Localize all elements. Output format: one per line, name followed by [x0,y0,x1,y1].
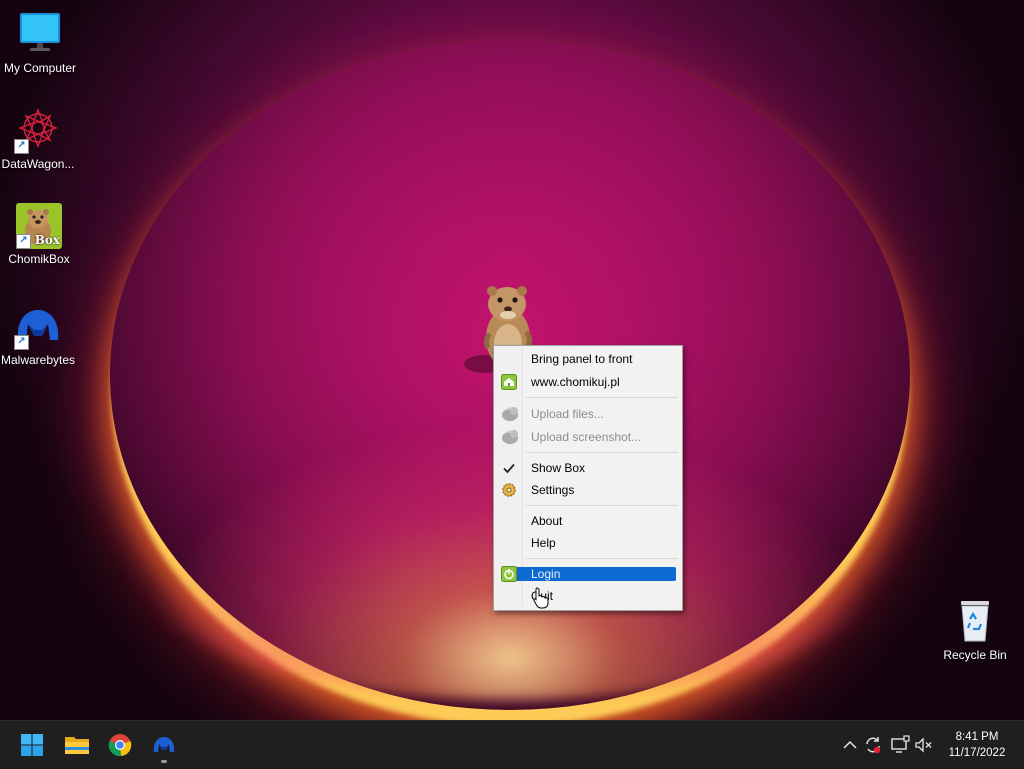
desktop-icon-label: DataWagon... [1,157,75,171]
menu-item-upload-files[interactable]: Upload files... [497,403,679,425]
menu-item-label: Login [531,567,561,581]
folder-icon [65,737,89,754]
power-icon [501,566,517,582]
chrome-icon [108,734,132,757]
sync-icon[interactable] [863,735,883,755]
upload-hamster-icon [501,429,521,445]
menu-item-bring-panel-to-front[interactable]: Bring panel to front [497,348,679,370]
desktop-icon-recycle-bin[interactable]: Recycle Bin [935,597,1015,662]
chevron-up-icon[interactable] [840,735,860,755]
menu-item-quit[interactable]: Quit [497,585,679,607]
desktop-icon-label: My Computer [3,61,77,75]
malwarebytes-icon [153,737,175,752]
datawagon-icon: ↗ [14,106,62,154]
checkmark-icon [501,460,517,476]
desktop-icon-label: Malwarebytes [0,353,76,367]
menu-separator [526,397,678,398]
menu-item-login[interactable]: Login [497,563,679,585]
shortcut-arrow-icon: ↗ [16,234,31,249]
menu-item-label: Bring panel to front [531,352,633,366]
taskbar: 8:41 PM 11/17/2022 [0,720,1024,769]
upload-hamster-icon [501,406,521,422]
menu-item-label: About [531,514,563,528]
taskbar-chrome[interactable] [102,727,138,763]
taskbar-file-explorer[interactable] [58,727,94,763]
menu-item-show-box[interactable]: Show Box [497,457,679,479]
hand-cursor-icon [533,587,549,609]
menu-item-label: Upload screenshot... [531,430,642,444]
desktop-icon-malwarebytes[interactable]: ↗ Malwarebytes [0,302,78,367]
network-icon[interactable] [890,735,910,755]
volume-muted-icon[interactable] [914,735,934,755]
taskbar-clock[interactable]: 8:41 PM 11/17/2022 [936,729,1018,761]
menu-item-help[interactable]: Help [497,532,679,554]
menu-item-label: Help [531,536,556,550]
clock-time: 8:41 PM [955,731,999,743]
menu-separator [526,558,678,559]
menu-item-label: www.chomikuj.pl [531,375,620,389]
menu-item-about[interactable]: About [497,510,679,532]
context-menu: Bring panel to front www.chomikuj.pl Upl… [493,345,683,611]
chomikbox-icon: Box ↗ [16,203,62,249]
desktop-icon-my-computer[interactable]: My Computer [0,10,80,75]
clock-date: 11/17/2022 [948,747,1006,759]
menu-item-label: Show Box [531,461,586,475]
running-indicator [161,760,167,763]
malwarebytes-icon: ↗ [14,302,62,350]
menu-separator [526,505,678,506]
menu-separator [526,452,678,453]
menu-item-label: Upload files... [531,407,604,421]
recycle-bin-icon [951,597,999,645]
menu-item-settings[interactable]: Settings [497,479,679,501]
desktop: My Computer ↗ DataWagon... Box ↗ ChomikB… [0,0,1024,720]
menu-item-chomikuj-website[interactable]: www.chomikuj.pl [497,371,679,393]
gear-icon [501,482,517,498]
desktop-icon-chomikbox[interactable]: Box ↗ ChomikBox [0,203,79,266]
desktop-icon-label: ChomikBox [8,252,70,266]
shortcut-arrow-icon: ↗ [14,335,29,350]
home-icon [501,374,517,390]
taskbar-malwarebytes[interactable] [146,727,182,763]
desktop-icon-label: Recycle Bin [943,648,1007,662]
start-button[interactable] [14,727,50,763]
menu-item-label: Settings [531,483,575,497]
windows-start-icon [21,734,43,756]
menu-item-upload-screenshot[interactable]: Upload screenshot... [497,426,679,448]
monitor-icon [16,10,64,58]
shortcut-arrow-icon: ↗ [14,139,29,154]
desktop-icon-datawagon[interactable]: ↗ DataWagon... [0,106,78,171]
chomikbox-badge: Box [34,233,60,247]
